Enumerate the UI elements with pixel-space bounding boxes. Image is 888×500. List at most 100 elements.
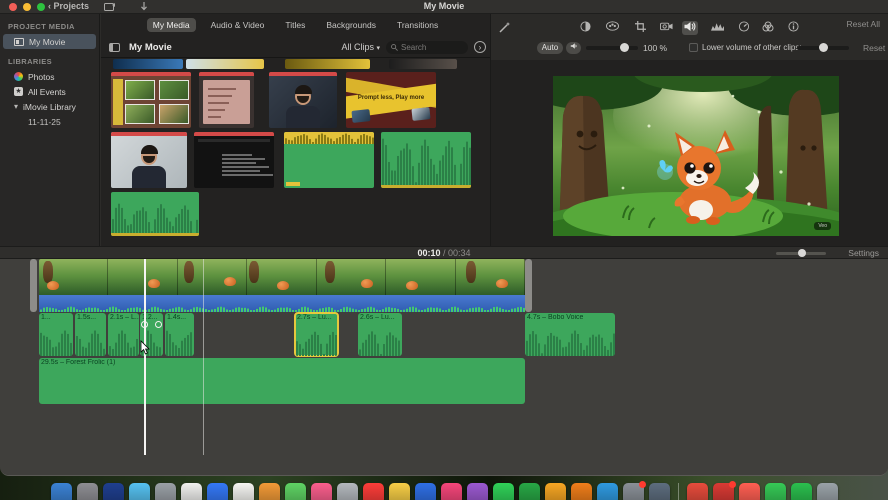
dock-icon-app[interactable] [414,483,436,500]
dock-icon-app[interactable] [544,483,566,500]
sidebar-item-imovie-library[interactable]: ▾ iMovie Library [0,99,99,114]
dock-icon-notes[interactable] [388,483,410,500]
dock-icon-app[interactable] [570,483,592,500]
media-thumb-audio[interactable] [284,132,374,188]
reset-button[interactable]: Reset [863,43,885,53]
wand-icon[interactable] [497,21,513,35]
dock-icon-app[interactable] [128,483,150,500]
media-thumb-slide[interactable]: Prompt less, Play more [346,72,436,128]
audio-clip-label: 1... [41,314,51,321]
media-thumb-audio[interactable] [381,132,471,188]
sidebar-item-my-movie[interactable]: My Movie [3,34,96,49]
lower-volume-checkbox[interactable] [689,43,698,52]
media-thumb-strip[interactable] [389,59,457,69]
audio-clip[interactable]: 1.4s... [165,313,194,356]
dock-icon-app[interactable] [518,483,540,500]
media-thumb-strip[interactable] [285,59,370,69]
audio-clip-label: 1.4s... [167,314,187,321]
dock-icon-app[interactable] [712,481,736,500]
media-thumb-person[interactable] [269,72,337,128]
info-icon[interactable] [785,21,801,35]
dock-icon-app[interactable] [102,483,124,500]
dock-icon-app[interactable] [258,483,280,500]
timeline-zoom-slider[interactable] [776,249,826,257]
media-thumb-document[interactable] [199,72,254,128]
dock-icon-app[interactable] [362,483,384,500]
dock-icon-mail[interactable] [206,483,228,500]
clip-filter-dropdown[interactable]: All Clips ▾ [341,42,380,52]
tab-audio-video[interactable]: Audio & Video [205,18,271,32]
media-thumbnails: Prompt less, Play more [101,59,490,246]
dock-icon-app[interactable] [492,483,514,500]
dock-icon-messages[interactable] [284,483,306,500]
dock-icon-app[interactable] [440,483,462,500]
clip-trim-handle-right[interactable] [525,259,532,312]
audio-clip-label: 2.1s – L... [110,314,139,321]
audio-clip-label: 2.7s – Lu... [297,314,332,321]
chevron-down-icon: ▾ [14,101,19,111]
dock-icon-app[interactable] [622,481,646,500]
search-input[interactable]: Search [386,41,468,54]
search-placeholder: Search [401,43,427,52]
speed-icon[interactable] [736,21,752,35]
color-palette-icon[interactable] [604,21,620,35]
tab-backgrounds[interactable]: Backgrounds [320,18,382,32]
dock-icon-finder[interactable] [50,483,72,500]
tab-titles[interactable]: Titles [279,18,311,32]
volume-icon[interactable] [682,21,698,35]
noise-eq-icon[interactable] [709,21,725,35]
volume-slider[interactable] [586,43,638,52]
dock-icon-app[interactable] [790,483,812,500]
audio-clip[interactable]: 2.1s – L... [108,313,139,356]
dock-icon-app[interactable] [76,483,98,500]
filters-icon[interactable] [760,21,776,35]
sidebar: PROJECT MEDIA My Movie LIBRARIES Photos ★… [0,14,100,246]
dock-icon-app[interactable] [154,483,176,500]
contrast-icon[interactable] [577,21,593,35]
dock-separator [677,483,679,500]
dock-icon-app[interactable] [738,483,760,500]
dock-icon-app[interactable] [686,483,708,500]
auto-volume-button[interactable]: Auto [537,42,563,54]
sidebar-toggle-icon[interactable] [109,43,120,52]
fade-handle[interactable] [155,321,162,328]
sidebar-item-photos[interactable]: Photos [0,69,99,84]
dock-icon-app[interactable] [310,483,332,500]
audio-clip[interactable]: 1.5s... [75,313,106,356]
background-music-clip[interactable]: 29.5s – Forest Frolic (1) [39,358,525,404]
tab-my-media[interactable]: My Media [146,18,196,32]
dock-icon-app[interactable] [596,483,618,500]
audio-clip[interactable]: 1... [39,313,73,356]
dock-icon-app[interactable] [648,483,670,500]
audio-clip[interactable]: 2.7s – Lu... [294,312,339,357]
browser-forward-icon[interactable]: › [474,41,486,53]
audio-clip[interactable]: 2.6s – Lu... [358,313,402,356]
dock-icon-calendar[interactable] [180,483,202,500]
sidebar-item-label: iMovie Library [23,101,76,112]
dock-icon-app[interactable] [336,483,358,500]
dock-icon-trash[interactable] [816,483,838,500]
crop-icon[interactable] [632,21,648,35]
media-thumb-person[interactable] [111,132,187,188]
dock-icon-app[interactable] [764,483,786,500]
media-thumb-strip[interactable] [186,59,264,69]
media-thumb-terminal[interactable] [194,132,274,188]
media-thumb-collage[interactable] [111,72,191,128]
sidebar-item-all-events[interactable]: ★ All Events [0,84,99,99]
libraries-header: LIBRARIES [8,57,53,66]
lower-volume-slider[interactable] [797,43,849,52]
tab-transitions[interactable]: Transitions [391,18,444,32]
timeline-settings-button[interactable]: Settings [848,248,879,258]
clip-trim-handle-left[interactable] [30,259,37,312]
reset-all-button[interactable]: Reset All [846,19,880,29]
media-thumb-strip[interactable] [113,59,183,69]
video-clip-audio-band[interactable] [39,295,525,312]
media-thumb-audio[interactable] [111,192,199,236]
sidebar-item-11-11-25[interactable]: 11-11-25 [0,114,99,129]
dock-icon-app[interactable] [466,483,488,500]
video-clip-filmstrip[interactable] [39,259,525,295]
dock-icon-photos[interactable] [232,483,254,500]
audio-clip[interactable]: 4.7s – Bobo Voice [525,313,615,356]
mute-button[interactable] [566,42,581,54]
stabilization-icon[interactable] [658,21,674,35]
